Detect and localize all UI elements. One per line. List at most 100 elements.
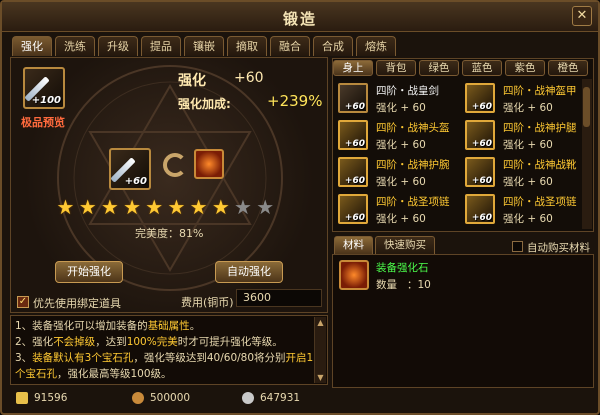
equipment-stat: 强化 + 60	[376, 102, 426, 114]
equipment-level: +60	[344, 213, 365, 223]
preview-label[interactable]: 极品预览	[21, 114, 65, 130]
copper-value: 500000	[150, 392, 191, 404]
equipment-item[interactable]: +60 四阶・战神战靴 强化 + 60	[463, 157, 591, 193]
fee-label: 费用(铜币)	[181, 296, 234, 309]
equipment-stat: 强化 + 60	[376, 213, 426, 225]
note-line-1: 1、装备强化可以增加装备的基础属性。	[15, 320, 201, 332]
enhance-stone-icon[interactable]	[339, 260, 369, 290]
equipment-name: 四阶・战神护腕	[376, 159, 450, 171]
strength-value: +60	[234, 70, 264, 86]
star-icon: ★	[211, 195, 230, 219]
perfection-text: 完美度：81%	[135, 227, 204, 240]
tab-6[interactable]: 融合	[270, 36, 310, 56]
equipment-item[interactable]: +60 四阶・战神盔甲 强化 + 60	[463, 83, 591, 119]
preview-item-level: +100	[31, 95, 61, 106]
equipment-icon: +60	[465, 120, 495, 150]
tab-8[interactable]: 熔炼	[356, 36, 396, 56]
equipment-name: 四阶・战神盔甲	[503, 85, 577, 97]
equipment-icon: +60	[465, 194, 495, 224]
equipment-tab-0[interactable]: 身上	[333, 60, 373, 76]
current-item-level: +60	[124, 176, 147, 187]
equipment-panel: 身上 背包 绿色 蓝色 紫色 橙色 +60 四阶・战皇剑 强化 + 60 +60 四阶・战神盔甲强…	[332, 58, 594, 232]
current-item-slot[interactable]: +60	[109, 148, 151, 190]
tab-4[interactable]: 镶嵌	[184, 36, 224, 56]
material-panel: 装备强化石 数量 ：10	[332, 254, 594, 388]
equipment-tab-5[interactable]: 橙色	[548, 60, 588, 76]
help-notes: 1、装备强化可以增加装备的基础属性。 2、强化不会掉级，达到100%完美时才可提…	[10, 315, 328, 385]
bonus-label: 强化加成:	[178, 97, 231, 111]
equipment-stat: 强化 + 60	[503, 102, 553, 114]
scroll-up-icon[interactable]: ▲	[316, 318, 325, 327]
equipment-level: +60	[471, 213, 492, 223]
strength-label: 强化	[178, 73, 206, 89]
equipment-name: 四阶・战皇剑	[376, 85, 439, 97]
scroll-down-icon[interactable]: ▼	[316, 373, 325, 382]
gold-ingot-icon	[16, 392, 28, 404]
material-qty-label: 数量	[376, 279, 397, 291]
equipment-tab-3[interactable]: 蓝色	[462, 60, 502, 76]
equipment-name: 四阶・战神战靴	[503, 159, 577, 171]
material-name: 装备强化石	[376, 262, 429, 274]
bonus-value: +239%	[267, 92, 323, 110]
equipment-item[interactable]: +60 四阶・战圣项链 强化 + 60	[463, 194, 591, 230]
autobuy-checkbox[interactable]	[512, 241, 523, 252]
star-icon: ★	[256, 195, 275, 219]
fee-value: 3600	[236, 289, 322, 307]
equipment-name: 四阶・战神护腿	[503, 122, 577, 134]
forge-window: 锻造 ✕ 强化 洗练 升级 提品 镶嵌 摘取 融合 合成 熔炼 +100 极品预览 强化 +60…	[0, 0, 600, 415]
preview-item-slot[interactable]: +100	[23, 67, 65, 109]
note-line-4: 个宝石孔，强化最高等级100级。	[15, 368, 172, 380]
star-icon: ★	[123, 195, 142, 219]
equipment-tab-2[interactable]: 绿色	[419, 60, 459, 76]
tab-0[interactable]: 强化	[12, 36, 52, 56]
equipment-tabs: 身上 背包 绿色 蓝色 紫色 橙色	[333, 60, 591, 78]
equipment-item[interactable]: +60 四阶・战神护腕 强化 + 60	[336, 157, 464, 193]
window-title: 锻造	[282, 10, 317, 28]
equipment-tab-1[interactable]: 背包	[376, 60, 416, 76]
copper-coin-icon	[132, 392, 144, 404]
bind-item-checkbox[interactable]: ✓	[17, 296, 29, 308]
equipment-icon: +60	[338, 120, 368, 150]
tab-5[interactable]: 摘取	[227, 36, 267, 56]
close-icon[interactable]: ✕	[572, 6, 592, 26]
equipment-level: +60	[344, 102, 365, 112]
tab-7[interactable]: 合成	[313, 36, 353, 56]
star-icon: ★	[100, 195, 119, 219]
enhance-stone-slot[interactable]	[194, 149, 224, 179]
equipment-level: +60	[344, 139, 365, 149]
equipment-icon: +60	[465, 157, 495, 187]
equipment-item[interactable]: +60 四阶・战皇剑 强化 + 60	[336, 83, 464, 119]
equipment-tab-4[interactable]: 紫色	[505, 60, 545, 76]
equipment-level: +60	[471, 176, 492, 186]
material-tab-0[interactable]: 材料	[334, 236, 373, 254]
equipment-name: 四阶・战圣项链	[503, 196, 577, 208]
note-line-3: 3、装备默认有3个宝石孔，强化等级达到40/60/80将分别开启1	[15, 352, 314, 364]
equipment-item[interactable]: +60 四阶・战神头盔 强化 + 60	[336, 120, 464, 156]
forge-tabs: 强化 洗练 升级 提品 镶嵌 摘取 融合 合成 熔炼	[12, 36, 399, 56]
silver-value: 647931	[260, 392, 301, 404]
equipment-icon: +60	[338, 157, 368, 187]
auto-enhance-button[interactable]: 自动强化	[215, 261, 283, 283]
tab-3[interactable]: 提品	[141, 36, 181, 56]
gold-value: 91596	[34, 392, 68, 404]
tab-1[interactable]: 洗练	[55, 36, 95, 56]
material-tab-1[interactable]: 快速购买	[375, 236, 435, 254]
equipment-level: +60	[471, 102, 492, 112]
start-enhance-button[interactable]: 开始强化	[55, 261, 123, 283]
tab-2[interactable]: 升级	[98, 36, 138, 56]
notes-scrollbar[interactable]: ▲ ▼	[314, 317, 326, 383]
title-bar[interactable]: 锻造 ✕	[2, 2, 598, 32]
equipment-stat: 强化 + 60	[503, 139, 553, 151]
star-icon: ★	[234, 195, 252, 219]
autobuy-label: 自动购买材料	[527, 242, 590, 254]
enhance-panel: +100 极品预览 强化 +60 强化加成: +239% +60 ★ ★ ★ ★ ★ ★ ★…	[10, 57, 328, 313]
equipment-icon: +60	[465, 83, 495, 113]
equipment-scrollbar[interactable]	[582, 79, 592, 229]
equipment-icon: +60	[338, 194, 368, 224]
equipment-item[interactable]: +60 四阶・战圣项链 强化 + 60	[336, 194, 464, 230]
star-icon: ★	[78, 195, 97, 219]
star-rating: ★ ★ ★ ★ ★ ★ ★ ★ ★ ★	[55, 197, 285, 219]
equipment-name: 四阶・战神头盔	[376, 122, 450, 134]
equipment-item[interactable]: +60 四阶・战神护腿 强化 + 60	[463, 120, 591, 156]
scroll-thumb[interactable]	[583, 87, 590, 127]
